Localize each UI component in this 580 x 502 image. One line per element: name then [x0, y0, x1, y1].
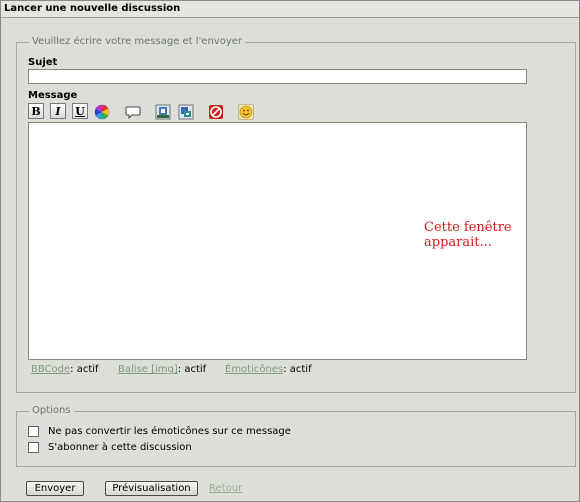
img-tag-status-value: : actif	[177, 364, 207, 375]
new-discussion-window: Lancer une nouvelle discussion Veuillez …	[0, 0, 580, 502]
bbcode-status: BBCode: actif	[31, 364, 99, 375]
send-button[interactable]: Envoyer	[26, 481, 84, 496]
image-icon[interactable]	[154, 103, 171, 120]
subscribe-label: S'abonner à cette discussion	[48, 442, 192, 453]
underline-button[interactable]: U	[72, 103, 88, 119]
window-title: Lancer une nouvelle discussion	[4, 3, 181, 14]
bold-button[interactable]: B	[28, 103, 44, 119]
preview-button[interactable]: Prévisualisation	[105, 481, 198, 496]
emoticons-status: Émoticônes: actif	[225, 364, 312, 375]
img-tag-status: Balise [img]: actif	[118, 364, 206, 375]
no-emoticons-label: Ne pas convertir les émoticônes sur ce m…	[48, 426, 291, 437]
message-label: Message	[28, 90, 78, 101]
no-entry-icon[interactable]	[207, 103, 224, 120]
bold-glyph: B	[31, 104, 41, 118]
bbcode-status-value: : actif	[70, 364, 99, 375]
image-url-icon[interactable]	[177, 103, 194, 120]
img-tag-link[interactable]: Balise [img]	[118, 364, 178, 375]
smiley-icon[interactable]	[237, 103, 254, 120]
subscribe-checkbox[interactable]	[28, 442, 39, 453]
quote-bubble-icon[interactable]	[124, 103, 141, 120]
underline-glyph: U	[75, 104, 85, 118]
subject-input[interactable]	[28, 69, 527, 84]
back-link[interactable]: Retour	[209, 483, 242, 494]
compose-legend: Veuillez écrire votre message et l'envoy…	[29, 36, 246, 47]
options-fieldset	[16, 411, 576, 467]
bbcode-link[interactable]: BBCode	[31, 364, 70, 375]
italic-button[interactable]: I	[50, 103, 66, 119]
emoticons-status-value: : actif	[283, 364, 312, 375]
italic-glyph: I	[55, 104, 61, 118]
no-emoticons-checkbox[interactable]	[28, 426, 39, 437]
subject-label: Sujet	[28, 57, 58, 68]
title-bar: Lancer une nouvelle discussion	[1, 1, 579, 18]
emoticons-link[interactable]: Émoticônes	[225, 364, 283, 375]
color-wheel-icon[interactable]	[93, 103, 110, 120]
options-legend: Options	[29, 405, 74, 416]
window-annotation: Cette fenêtre apparait...	[424, 220, 512, 250]
